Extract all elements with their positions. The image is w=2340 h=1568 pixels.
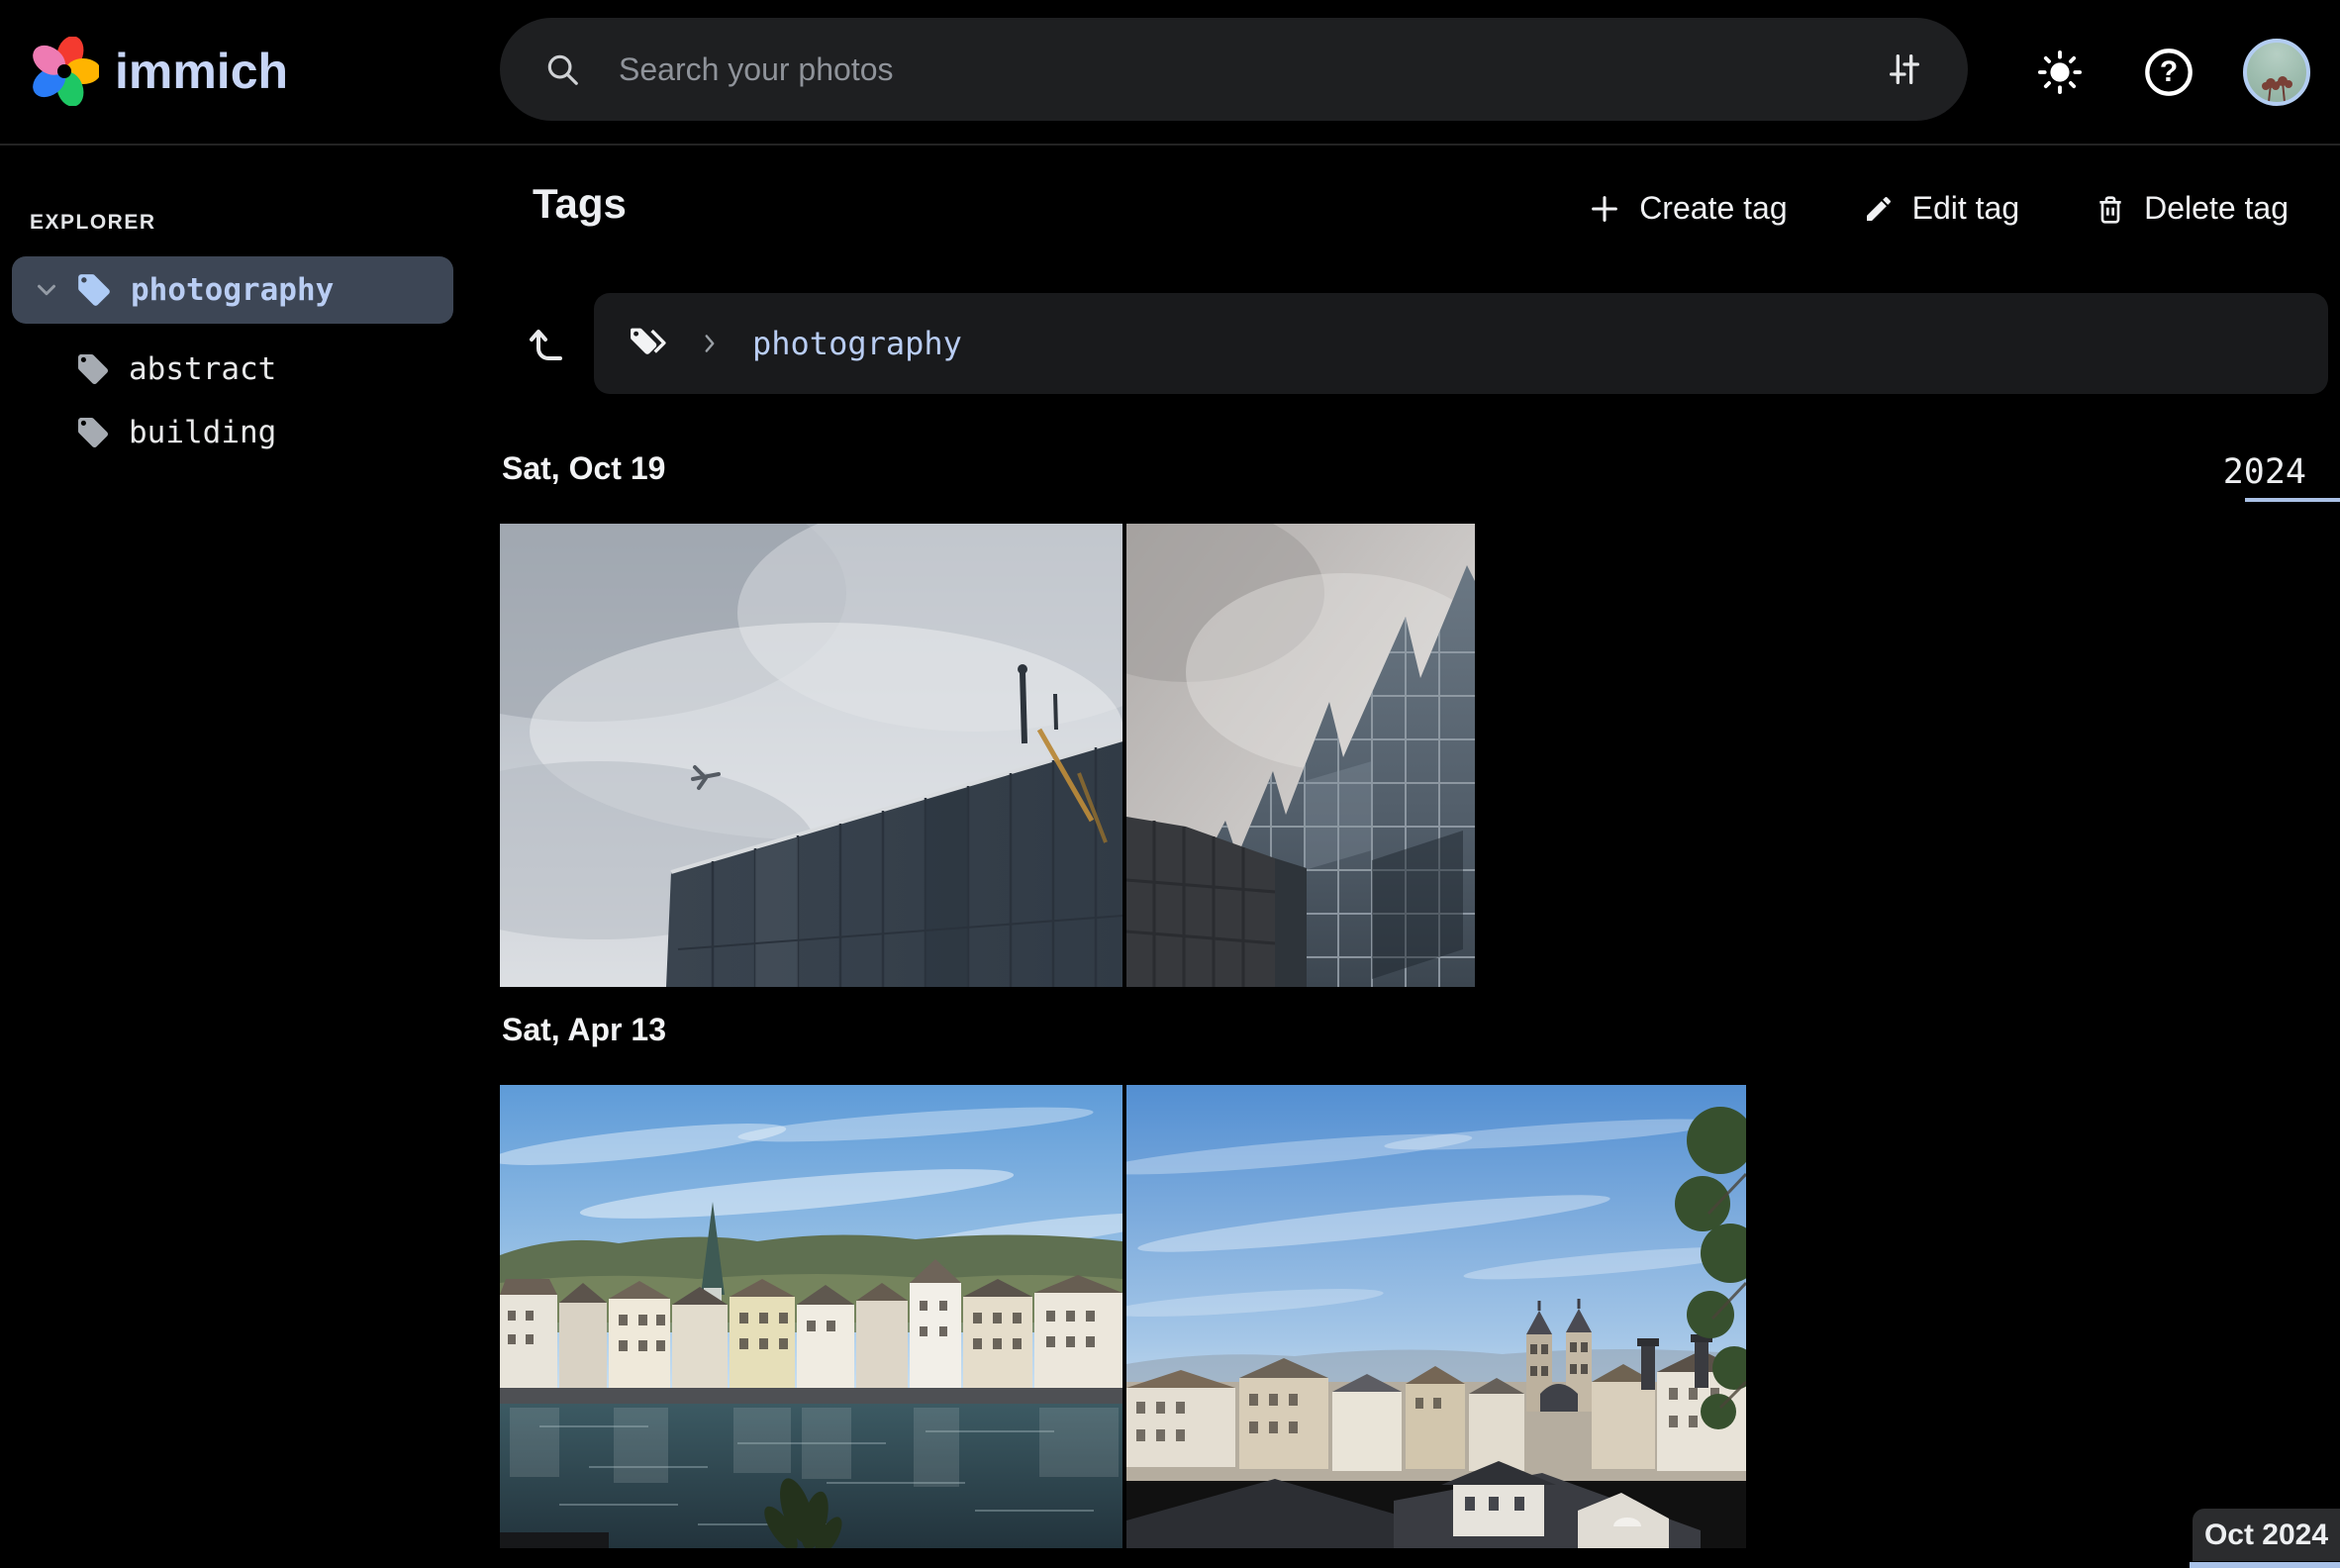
tag-icon: [75, 415, 111, 450]
tag-icon: [75, 271, 113, 309]
edit-tag-label: Edit tag: [1912, 190, 2020, 227]
page-title: Tags: [533, 180, 627, 228]
date-header: Sat, Apr 13: [502, 1012, 666, 1048]
filter-sliders-icon[interactable]: [1885, 49, 1924, 89]
scrubber-tooltip-label: Oct 2024: [2204, 1519, 2328, 1552]
top-bar: immich: [0, 0, 2340, 146]
tags-icon[interactable]: [628, 324, 667, 363]
create-tag-label: Create tag: [1639, 190, 1787, 227]
brand-name: immich: [115, 43, 288, 100]
photo-thumbnail-old-town[interactable]: [1126, 1085, 1746, 1548]
trash-icon: [2095, 193, 2126, 225]
scrubber-tooltip: Oct 2024: [2193, 1509, 2340, 1561]
photo-thumbnail-glass-building[interactable]: [1126, 524, 1475, 987]
chevron-down-icon[interactable]: [32, 275, 61, 305]
immich-logo[interactable]: immich: [30, 24, 288, 119]
timeline-scrubber[interactable]: 2024 Oct 2024: [2190, 146, 2340, 1568]
breadcrumb-current-tag[interactable]: photography: [752, 325, 962, 362]
sidebar-item-photography[interactable]: photography: [12, 256, 453, 324]
sidebar-item-label: photography: [131, 272, 334, 308]
sun-icon: [2037, 49, 2083, 95]
back-button[interactable]: [513, 309, 584, 380]
sidebar-item-label: building: [129, 415, 276, 450]
immich-app: immich: [0, 0, 2340, 1568]
search-input[interactable]: [617, 50, 1885, 89]
explorer-sidebar: EXPLORER photography abstract build: [0, 146, 498, 1568]
help-button[interactable]: ?: [2134, 38, 2203, 107]
immich-flower-icon: [30, 37, 99, 106]
tag-icon: [75, 351, 111, 387]
topbar-actions: ?: [2025, 0, 2310, 144]
help-glyph: ?: [2160, 57, 2178, 87]
search-bar[interactable]: [500, 18, 1968, 121]
sidebar-item-label: abstract: [129, 351, 276, 387]
edit-tag-button[interactable]: Edit tag: [1853, 182, 2030, 235]
pencil-icon: [1863, 193, 1895, 225]
breadcrumb: photography: [594, 293, 2328, 394]
chevron-right-icon: [697, 331, 723, 356]
sidebar-item-abstract[interactable]: abstract: [75, 340, 451, 399]
arrow-up-left-icon: [525, 321, 572, 368]
theme-toggle-button[interactable]: [2025, 38, 2095, 107]
avatar-palms-icon: [2247, 43, 2306, 102]
avatar[interactable]: [2243, 39, 2310, 106]
explorer-heading: EXPLORER: [30, 211, 156, 235]
search-icon: [543, 50, 581, 88]
scrubber-position-line[interactable]: [2190, 1562, 2340, 1568]
plus-icon: [1588, 192, 1621, 226]
photo-thumbnail-building-airplane[interactable]: [500, 524, 1122, 987]
create-tag-button[interactable]: Create tag: [1578, 182, 1797, 235]
date-header: Sat, Oct 19: [502, 450, 665, 487]
photo-thumbnail-riverfront[interactable]: [500, 1085, 1122, 1548]
scrubber-year-tick: [2245, 498, 2340, 502]
scrubber-year-label: 2024: [2223, 452, 2306, 492]
sidebar-item-building[interactable]: building: [75, 403, 451, 462]
